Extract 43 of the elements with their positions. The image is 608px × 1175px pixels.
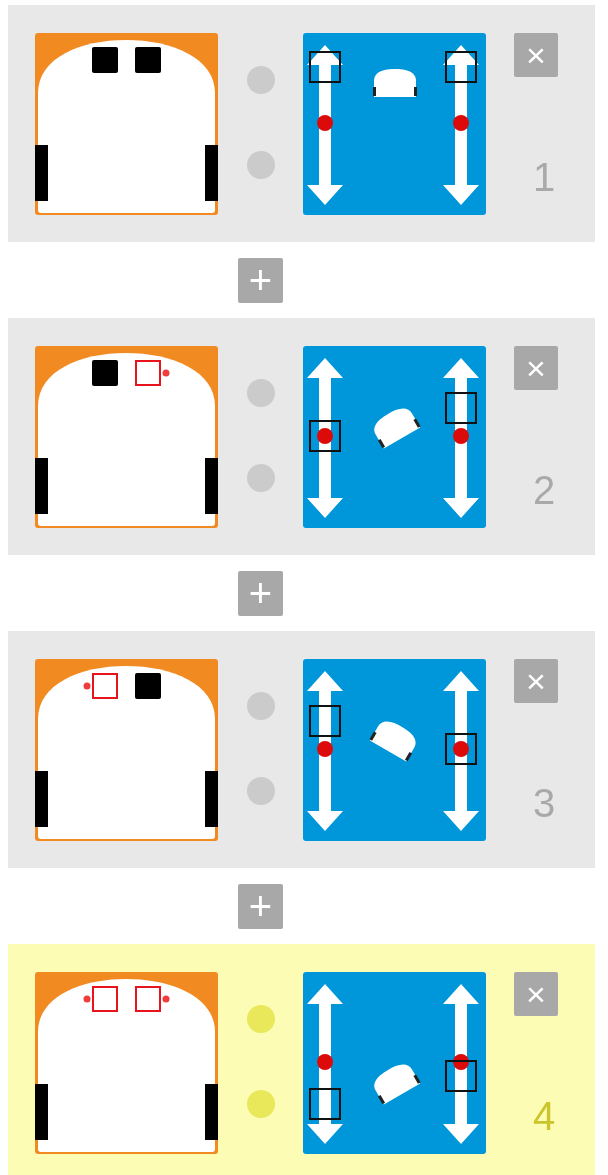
add-button[interactable]: + bbox=[238, 257, 283, 303]
sensor-button[interactable] bbox=[83, 986, 118, 1012]
robot-icon bbox=[374, 408, 421, 449]
robot-icon bbox=[374, 1064, 421, 1105]
center-dot bbox=[317, 741, 333, 757]
slider-track[interactable] bbox=[307, 358, 343, 518]
close-button[interactable]: × bbox=[514, 972, 558, 1016]
slider-thumb[interactable] bbox=[309, 1088, 341, 1120]
slider-track[interactable] bbox=[443, 358, 479, 518]
add-button[interactable]: + bbox=[238, 883, 283, 929]
sensor-button[interactable] bbox=[135, 360, 170, 386]
slider-thumb[interactable] bbox=[445, 392, 477, 424]
slider-thumb[interactable] bbox=[445, 51, 477, 83]
slider-track[interactable] bbox=[443, 671, 479, 831]
slider-track[interactable] bbox=[307, 671, 343, 831]
center-dot bbox=[453, 428, 469, 444]
slider-thumb[interactable] bbox=[445, 1060, 477, 1092]
rule-number: 1 bbox=[531, 157, 557, 197]
robot-icon bbox=[373, 69, 417, 97]
slider-track[interactable] bbox=[443, 984, 479, 1144]
robot-icon bbox=[369, 721, 416, 762]
center-dot bbox=[453, 741, 469, 757]
center-dot bbox=[317, 1054, 333, 1070]
slider-thumb[interactable] bbox=[309, 51, 341, 83]
sensor-button[interactable] bbox=[83, 673, 118, 699]
rule-number: 4 bbox=[531, 1096, 557, 1136]
rule-number: 2 bbox=[531, 470, 557, 510]
slider-thumb[interactable] bbox=[309, 420, 341, 452]
close-button[interactable]: × bbox=[514, 659, 558, 703]
close-button[interactable]: × bbox=[514, 33, 558, 77]
slider-track[interactable] bbox=[307, 984, 343, 1144]
slider-thumb[interactable] bbox=[309, 705, 341, 737]
add-button[interactable]: + bbox=[238, 570, 283, 616]
slider-track[interactable] bbox=[443, 45, 479, 205]
center-dot bbox=[317, 115, 333, 131]
center-dot bbox=[317, 428, 333, 444]
rule-number: 3 bbox=[531, 783, 557, 823]
center-dot bbox=[453, 1054, 469, 1070]
sensor-button[interactable] bbox=[135, 986, 170, 1012]
close-button[interactable]: × bbox=[514, 346, 558, 390]
slider-track[interactable] bbox=[307, 45, 343, 205]
center-dot bbox=[453, 115, 469, 131]
slider-thumb[interactable] bbox=[445, 733, 477, 765]
